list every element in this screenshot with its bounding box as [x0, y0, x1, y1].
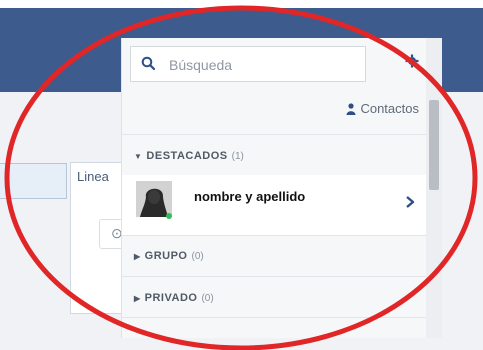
background-card-title: Linea — [77, 169, 109, 184]
chevron-right-icon[interactable] — [405, 195, 415, 209]
scrollbar-thumb[interactable] — [429, 100, 439, 190]
section-count: (0) — [191, 250, 204, 262]
contacts-link[interactable]: Contactos — [346, 101, 419, 116]
contacts-link-label: Contactos — [360, 101, 419, 116]
avatar-silhouette-icon — [136, 181, 172, 217]
section-header-destacados[interactable]: ▼ DESTACADOS (1) — [134, 150, 244, 162]
section-count: (0) — [201, 292, 214, 304]
search-icon — [141, 56, 155, 70]
section-label: GRUPO — [144, 250, 188, 262]
divider — [122, 276, 427, 277]
divider — [122, 317, 427, 318]
gear-icon[interactable] — [405, 54, 419, 68]
divider — [122, 134, 427, 135]
section-count: (1) — [231, 150, 244, 162]
scrollbar[interactable] — [426, 38, 442, 338]
section-label: PRIVADO — [144, 292, 198, 304]
section-header-grupo[interactable]: ▶ GRUPO (0) — [134, 250, 204, 262]
person-icon — [346, 102, 356, 115]
section-label: DESTACADOS — [146, 150, 228, 162]
contact-name: nombre y apellido — [194, 189, 306, 204]
background-tab[interactable] — [0, 163, 67, 199]
caret-down-icon: ▼ — [134, 151, 143, 161]
search-input[interactable] — [167, 47, 361, 83]
contacts-panel: Contactos ▼ DESTACADOS (1) nombre y apel… — [121, 38, 427, 338]
caret-right-icon: ▶ — [134, 251, 141, 261]
divider — [122, 235, 427, 236]
section-header-privado[interactable]: ▶ PRIVADO (0) — [134, 292, 214, 304]
contact-row[interactable]: nombre y apellido — [122, 175, 427, 235]
online-status-dot — [166, 213, 172, 219]
search-box[interactable] — [130, 46, 366, 83]
avatar — [136, 181, 172, 217]
caret-right-icon: ▶ — [134, 293, 141, 303]
